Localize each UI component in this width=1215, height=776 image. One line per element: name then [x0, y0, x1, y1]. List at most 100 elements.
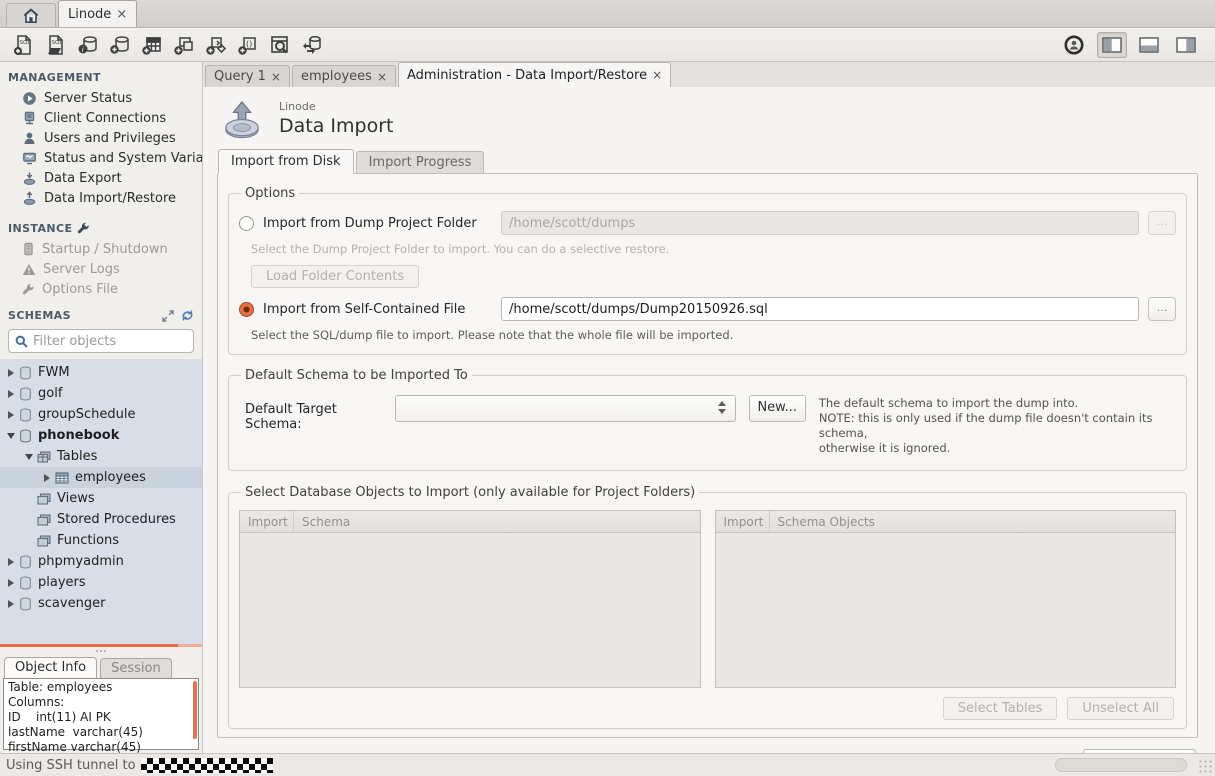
schema-label: golf [38, 386, 62, 401]
tree-node-views[interactable]: Views [0, 488, 202, 509]
unselect-all-button[interactable]: Unselect All [1067, 697, 1174, 720]
account-gear-icon[interactable] [1058, 31, 1090, 59]
window-resize-grip[interactable] [1198, 759, 1212, 773]
tab-admin-data-import[interactable]: Administration - Data Import/Restore × [398, 62, 671, 87]
sidebar-item-data-export[interactable]: Data Export [0, 168, 202, 188]
load-folder-contents-button[interactable]: Load Folder Contents [251, 265, 419, 288]
tree-node-employees[interactable]: employees [0, 467, 202, 488]
close-tab-icon[interactable]: × [377, 70, 387, 84]
combo-spinner-icon[interactable] [718, 401, 726, 414]
object-info-panel: Table: employees Columns: ID int(11) AI … [3, 678, 199, 750]
create-stored-procedure-icon[interactable] [200, 31, 232, 59]
browse-dump-folder-button[interactable]: ... [1148, 211, 1176, 235]
create-function-icon[interactable]: () [232, 31, 264, 59]
create-table-icon[interactable] [136, 31, 168, 59]
schema-filter-input[interactable] [33, 334, 187, 349]
close-tab-icon[interactable]: × [652, 68, 662, 82]
tree-node-functions[interactable]: Functions [0, 530, 202, 551]
schema-label: FWM [38, 365, 70, 380]
toggle-bottom-panel-icon[interactable] [1134, 32, 1164, 58]
search-table-data-icon[interactable] [264, 31, 296, 59]
default-target-schema-select[interactable] [395, 395, 735, 422]
sidebar-item-options-file[interactable]: Options File [0, 279, 202, 299]
tab-object-info[interactable]: Object Info [4, 657, 97, 678]
schema-node-scavenger[interactable]: scavenger [0, 593, 202, 614]
expander-collapsed-icon[interactable] [40, 474, 53, 482]
search-icon [15, 335, 28, 348]
expander-collapsed-icon[interactable] [4, 369, 17, 377]
data-import-disk-icon [221, 100, 263, 140]
toggle-right-sidebar-icon[interactable] [1171, 32, 1201, 58]
schema-icon [19, 387, 32, 401]
sidebar-item-label: Status and System Variables [44, 151, 202, 166]
sidebar-item-startup-shutdown[interactable]: Startup / Shutdown [0, 239, 202, 259]
schemas-section-title: SCHEMAS [8, 309, 155, 322]
browse-self-contained-button[interactable]: ... [1148, 297, 1176, 321]
wrench-gray-icon [22, 283, 35, 296]
schema-node-phpmyadmin[interactable]: phpmyadmin [0, 551, 202, 572]
object-info-scrollbar[interactable] [193, 681, 197, 739]
sidebar-item-status-system-variables[interactable]: Status and System Variables [0, 148, 202, 168]
sidebar-item-label: Server Status [44, 91, 132, 106]
home-tab[interactable] [6, 3, 56, 27]
expander-collapsed-icon[interactable] [4, 558, 17, 566]
new-query-tab-icon[interactable]: SQL [8, 31, 40, 59]
tab-import-progress[interactable]: Import Progress [356, 151, 485, 173]
expander-collapsed-icon[interactable] [4, 579, 17, 587]
schema-node-phonebook[interactable]: phonebook [0, 425, 202, 446]
sidebar-item-server-status[interactable]: Server Status [0, 88, 202, 108]
refresh-schemas-icon[interactable] [181, 309, 194, 322]
tree-label: Functions [57, 533, 119, 548]
radio-dump-folder-label[interactable]: Import from Dump Project Folder [263, 216, 501, 231]
expander-collapsed-icon[interactable] [4, 390, 17, 398]
sidebar-item-server-logs[interactable]: Server Logs [0, 259, 202, 279]
schema-node-groupschedule[interactable]: groupSchedule [0, 404, 202, 425]
radio-self-contained-label[interactable]: Import from Self-Contained File [263, 302, 501, 317]
schema-node-players[interactable]: players [0, 572, 202, 593]
sidebar-item-label: Client Connections [44, 111, 166, 126]
radio-import-self-contained[interactable] [239, 302, 254, 317]
expander-collapsed-icon[interactable] [4, 411, 17, 419]
radio-import-dump-folder[interactable] [239, 216, 254, 231]
schemas-table-body[interactable] [240, 533, 700, 687]
schema-node-golf[interactable]: golf [0, 383, 202, 404]
data-export-icon [22, 171, 37, 186]
create-view-icon[interactable] [168, 31, 200, 59]
select-tables-button[interactable]: Select Tables [943, 697, 1058, 720]
schema-node-fwm[interactable]: FWM [0, 362, 202, 383]
sidebar-item-label: Options File [42, 282, 118, 297]
tab-employees[interactable]: employees × [292, 65, 396, 87]
close-tab-icon[interactable]: × [116, 7, 127, 22]
tab-session[interactable]: Session [100, 658, 172, 678]
tab-query-1[interactable]: Query 1 × [205, 65, 290, 87]
expander-expanded-icon[interactable] [4, 433, 17, 439]
open-sql-script-icon[interactable]: SQL [40, 31, 72, 59]
sidebar-item-data-import-restore[interactable]: Data Import/Restore [0, 188, 202, 208]
sidebar-item-client-connections[interactable]: Client Connections [0, 108, 202, 128]
expander-expanded-icon[interactable] [22, 454, 35, 460]
create-schema-icon[interactable] [104, 31, 136, 59]
toggle-left-sidebar-icon[interactable] [1097, 32, 1127, 58]
table-icon [55, 472, 69, 484]
tree-node-stored-procedures[interactable]: Stored Procedures [0, 509, 202, 530]
new-schema-button[interactable]: New... [749, 395, 806, 422]
close-tab-icon[interactable]: × [271, 70, 281, 84]
dump-folder-path-input[interactable] [501, 211, 1139, 235]
sidebar-item-users-and-privileges[interactable]: Users and Privileges [0, 128, 202, 148]
schema-label: players [38, 575, 86, 590]
expander-collapsed-icon[interactable] [4, 600, 17, 608]
inspect-schema-icon[interactable]: i [72, 31, 104, 59]
expand-schemas-icon[interactable] [162, 310, 174, 322]
tree-node-tables[interactable]: Tables [0, 446, 202, 467]
horizontal-scrollbar[interactable] [1055, 758, 1187, 772]
svg-text:i: i [82, 46, 84, 54]
svg-text:SQL: SQL [52, 40, 64, 46]
tab-import-from-disk[interactable]: Import from Disk [218, 149, 354, 174]
connection-tab[interactable]: Linode × [58, 0, 137, 27]
tables-folder-icon [37, 451, 51, 463]
sidebar-splitter-handle[interactable] [0, 647, 202, 654]
schema-icon [19, 576, 32, 590]
reconnect-dbms-icon[interactable] [296, 31, 328, 59]
schema-objects-table-body[interactable] [716, 533, 1176, 687]
self-contained-file-input[interactable] [501, 297, 1139, 321]
